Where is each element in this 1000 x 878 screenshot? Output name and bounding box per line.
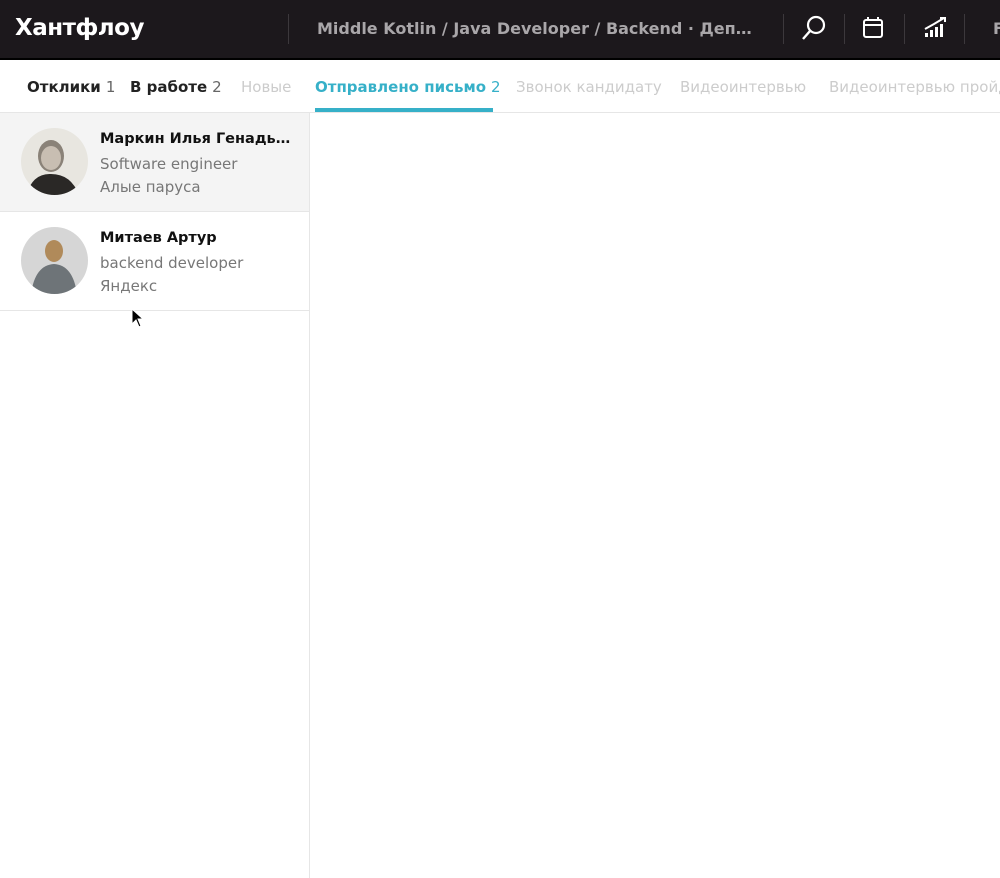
stats-icon[interactable] xyxy=(922,14,952,44)
candidate-card[interactable]: Маркин Илья Генадьевич Software engineer… xyxy=(0,113,309,212)
candidate-card[interactable]: Митаев Артур backend developer Яндекс xyxy=(0,212,309,311)
tab-video-interview-done[interactable]: Видеоинтервью пройдено xyxy=(829,78,1000,96)
divider xyxy=(964,14,965,44)
avatar xyxy=(21,227,88,294)
status-tabs: Отклики 1 В работе 2 Новые Отправлено пись… xyxy=(0,62,1000,113)
tab-video-interview[interactable]: Видеоинтервью xyxy=(680,78,806,96)
top-bar: Хантфлоу Middle Kotlin / Java Developer … xyxy=(0,0,1000,60)
divider xyxy=(844,14,845,44)
search-icon[interactable] xyxy=(799,14,829,44)
candidate-name: Митаев Артур xyxy=(100,230,217,246)
candidate-role: backend developer xyxy=(100,254,244,272)
tab-count: 1 xyxy=(105,78,116,96)
divider xyxy=(904,14,905,44)
tab-call-candidate[interactable]: Звонок кандидату xyxy=(516,78,662,96)
tab-label: Отправлено письмо xyxy=(315,78,487,96)
tab-label: Отклики xyxy=(27,78,101,96)
tab-count: 2 xyxy=(491,78,501,96)
active-tab-indicator xyxy=(315,108,493,112)
calendar-icon[interactable] xyxy=(859,14,889,44)
logo[interactable]: Хантфлоу xyxy=(15,15,144,41)
divider xyxy=(783,14,784,44)
candidate-name: Маркин Илья Генадьевич xyxy=(100,131,295,147)
candidate-list: Маркин Илья Генадьевич Software engineer… xyxy=(0,113,310,878)
tab-label: В работе xyxy=(130,78,208,96)
header-menu-item[interactable]: F xyxy=(993,19,1000,38)
candidate-role: Software engineer xyxy=(100,155,238,173)
tab-letter-sent[interactable]: Отправлено письмо 2 xyxy=(315,78,501,96)
avatar xyxy=(21,128,88,195)
tab-new[interactable]: Новые xyxy=(241,78,291,96)
candidate-company: Алые паруса xyxy=(100,178,201,196)
tab-in-progress[interactable]: В работе 2 xyxy=(130,78,222,96)
tab-responses[interactable]: Отклики 1 xyxy=(27,78,115,96)
divider xyxy=(288,14,289,44)
vacancy-breadcrumb[interactable]: Middle Kotlin / Java Developer / Backend… xyxy=(317,19,757,38)
candidate-company: Яндекс xyxy=(100,277,158,295)
mouse-cursor-icon xyxy=(131,307,145,332)
tab-count: 2 xyxy=(212,78,222,96)
